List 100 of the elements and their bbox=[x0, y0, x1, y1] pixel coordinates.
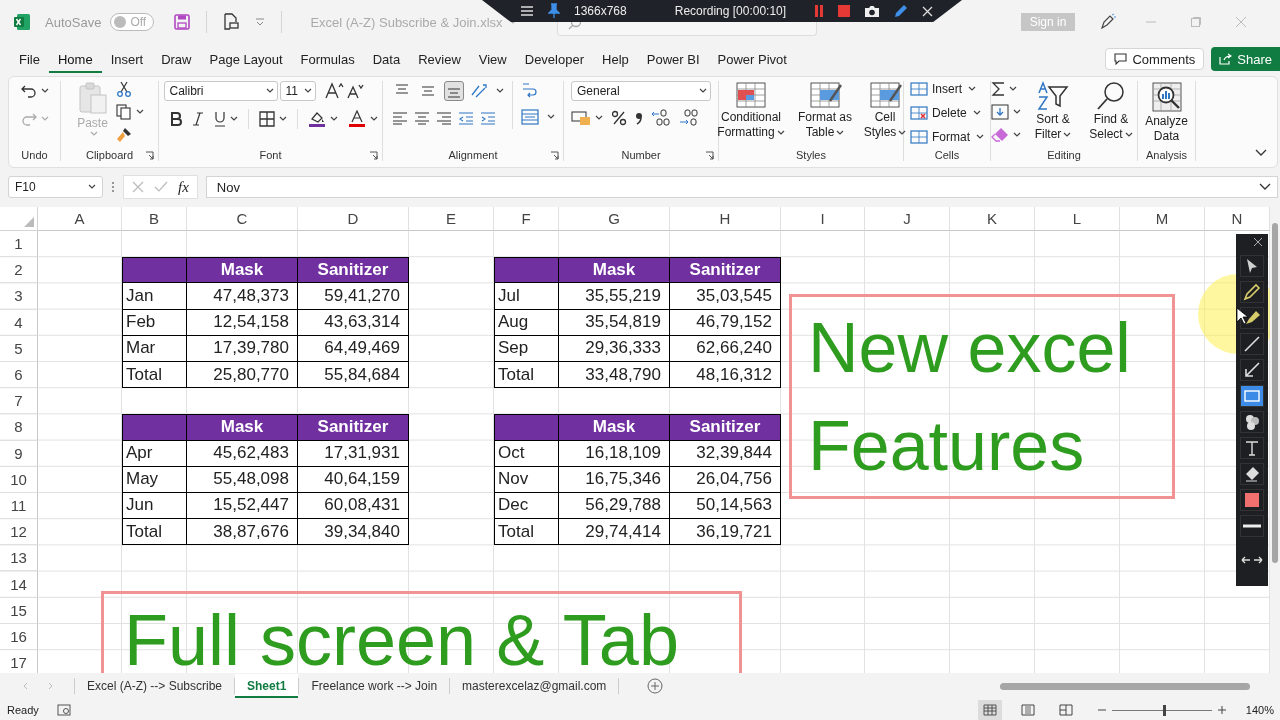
search-field[interactable] bbox=[556, 22, 817, 36]
drawing-tool-button[interactable] bbox=[1240, 437, 1264, 459]
eraser-icon[interactable] bbox=[991, 127, 1009, 143]
font-name-dropdown[interactable]: Calibri bbox=[163, 81, 278, 101]
row-header[interactable]: 11 bbox=[0, 492, 38, 520]
drawing-tool-button[interactable] bbox=[1240, 333, 1264, 355]
row-header[interactable]: 14 bbox=[0, 571, 38, 598]
borders-icon[interactable] bbox=[258, 111, 275, 127]
pen-icon[interactable] bbox=[1099, 13, 1117, 31]
copy-icon[interactable] bbox=[115, 104, 132, 120]
find-select-button[interactable]: Find & Select bbox=[1085, 81, 1137, 142]
align-right-icon[interactable] bbox=[435, 111, 452, 125]
zoom-slider-thumb[interactable] bbox=[1162, 704, 1166, 716]
menu-tab[interactable]: Data bbox=[363, 45, 410, 73]
font-size-dropdown[interactable]: 11 bbox=[279, 81, 316, 101]
pen-icon[interactable] bbox=[894, 4, 909, 18]
menu-tab[interactable]: Home bbox=[48, 45, 102, 73]
align-left-icon[interactable] bbox=[391, 111, 408, 125]
decrease-font-size-icon[interactable] bbox=[345, 82, 364, 100]
view-button[interactable] bbox=[977, 700, 1002, 720]
row-header[interactable]: 10 bbox=[0, 466, 38, 493]
fill-color-icon[interactable] bbox=[307, 110, 326, 128]
collapse-ribbon-icon[interactable] bbox=[1255, 149, 1267, 157]
increase-indent-icon[interactable] bbox=[479, 111, 496, 125]
italic-icon[interactable] bbox=[191, 112, 204, 126]
drawing-tool-button[interactable] bbox=[1240, 463, 1264, 485]
menu-tab[interactable]: Insert bbox=[101, 45, 153, 73]
scrollbar-thumb[interactable] bbox=[1000, 683, 1250, 690]
row-header[interactable]: 4 bbox=[0, 309, 38, 336]
add-sheet-icon[interactable] bbox=[647, 678, 664, 694]
percent-icon[interactable] bbox=[611, 110, 627, 126]
cells-button[interactable]: Format bbox=[910, 129, 984, 145]
row-header[interactable]: 8 bbox=[0, 414, 38, 441]
more-options-icon[interactable] bbox=[111, 181, 115, 193]
drawing-tool-button[interactable] bbox=[1240, 359, 1264, 381]
scissors-icon[interactable] bbox=[115, 81, 132, 97]
row-header[interactable]: 2 bbox=[0, 257, 38, 284]
menu-tab[interactable]: Developer bbox=[515, 45, 593, 73]
row-header[interactable]: 7 bbox=[0, 388, 38, 415]
menu-tab[interactable]: Help bbox=[593, 45, 638, 73]
format-painter-icon[interactable] bbox=[115, 127, 132, 143]
autosum-icon[interactable] bbox=[991, 81, 1005, 97]
vertical-align-button[interactable] bbox=[443, 81, 464, 101]
menu-tab[interactable]: Page Layout bbox=[200, 45, 292, 73]
print-preview-icon[interactable] bbox=[223, 13, 240, 31]
menu-tab[interactable]: View bbox=[469, 45, 516, 73]
menu-tab[interactable]: Formulas bbox=[291, 45, 364, 73]
expand-caret-icon[interactable] bbox=[1259, 183, 1271, 191]
sheet-tab[interactable]: Sheet1 bbox=[235, 674, 299, 698]
menu-tab[interactable]: File bbox=[10, 45, 49, 73]
increase-decimal-icon[interactable] bbox=[651, 109, 671, 127]
save-icon[interactable] bbox=[174, 14, 191, 30]
comments-button[interactable]: Comments bbox=[1105, 48, 1205, 70]
font-color-icon[interactable] bbox=[347, 110, 366, 128]
menu-tab[interactable]: Power Pivot bbox=[708, 45, 796, 73]
drawing-tool-button[interactable] bbox=[1240, 515, 1264, 537]
styles-button[interactable]: Conditional Formatting bbox=[712, 81, 790, 140]
formula-input[interactable]: Nov bbox=[205, 176, 1278, 198]
undo-icon[interactable] bbox=[20, 83, 37, 99]
customize-caret-icon[interactable] bbox=[255, 18, 266, 26]
menu-icon[interactable] bbox=[520, 5, 534, 17]
bold-icon[interactable] bbox=[169, 112, 182, 126]
row-header[interactable]: 5 bbox=[0, 335, 38, 362]
row-header[interactable]: 6 bbox=[0, 361, 38, 389]
name-box[interactable]: F10 bbox=[8, 176, 103, 198]
row-header[interactable]: 15 bbox=[0, 597, 38, 624]
fill-down-icon[interactable] bbox=[991, 104, 1009, 120]
dialog-launcher-icon[interactable] bbox=[369, 150, 378, 160]
menu-tab[interactable]: Power BI bbox=[637, 45, 709, 73]
decrease-decimal-icon[interactable] bbox=[679, 109, 699, 127]
styles-button[interactable]: Cell Styles bbox=[860, 81, 910, 140]
drawing-tool-button[interactable] bbox=[1240, 281, 1264, 303]
drawing-tool-button[interactable] bbox=[1240, 411, 1264, 433]
zoom-level[interactable]: 140% bbox=[1245, 704, 1274, 716]
share-button[interactable]: Share bbox=[1211, 47, 1280, 71]
check-icon[interactable] bbox=[154, 181, 168, 193]
merge-center-icon[interactable] bbox=[520, 109, 539, 125]
styles-button[interactable]: Format as Table bbox=[796, 81, 854, 140]
comma-style-icon[interactable] bbox=[635, 110, 643, 126]
dialog-launcher-icon[interactable] bbox=[550, 150, 559, 160]
number-format-dropdown[interactable]: General bbox=[571, 81, 711, 101]
drawing-tool-button[interactable] bbox=[1240, 255, 1264, 277]
zoom-in-icon[interactable] bbox=[1217, 706, 1226, 714]
camera-icon[interactable] bbox=[864, 4, 881, 18]
row-header[interactable]: 12 bbox=[0, 519, 38, 546]
sheet-tab[interactable]: Freelance work --> Join bbox=[299, 674, 450, 698]
row-header[interactable]: 16 bbox=[0, 623, 38, 650]
sort-filter-button[interactable]: Sort & Filter bbox=[1027, 81, 1079, 142]
underline-icon[interactable] bbox=[213, 111, 226, 127]
orientation-icon[interactable] bbox=[469, 83, 488, 99]
decrease-indent-icon[interactable] bbox=[457, 111, 474, 125]
analyze-data-button[interactable]: Analyze Data bbox=[1139, 81, 1194, 144]
row-header[interactable]: 13 bbox=[0, 545, 38, 572]
dialog-launcher-icon[interactable] bbox=[705, 150, 714, 160]
close-icon[interactable] bbox=[1253, 237, 1263, 247]
stop-icon[interactable] bbox=[838, 5, 851, 17]
menu-tab[interactable]: Draw bbox=[152, 45, 201, 73]
sheet-tab[interactable]: masterexcelaz@gmail.com bbox=[450, 674, 619, 698]
wrap-text-icon[interactable] bbox=[520, 81, 539, 99]
dialog-launcher-icon[interactable] bbox=[145, 150, 154, 160]
